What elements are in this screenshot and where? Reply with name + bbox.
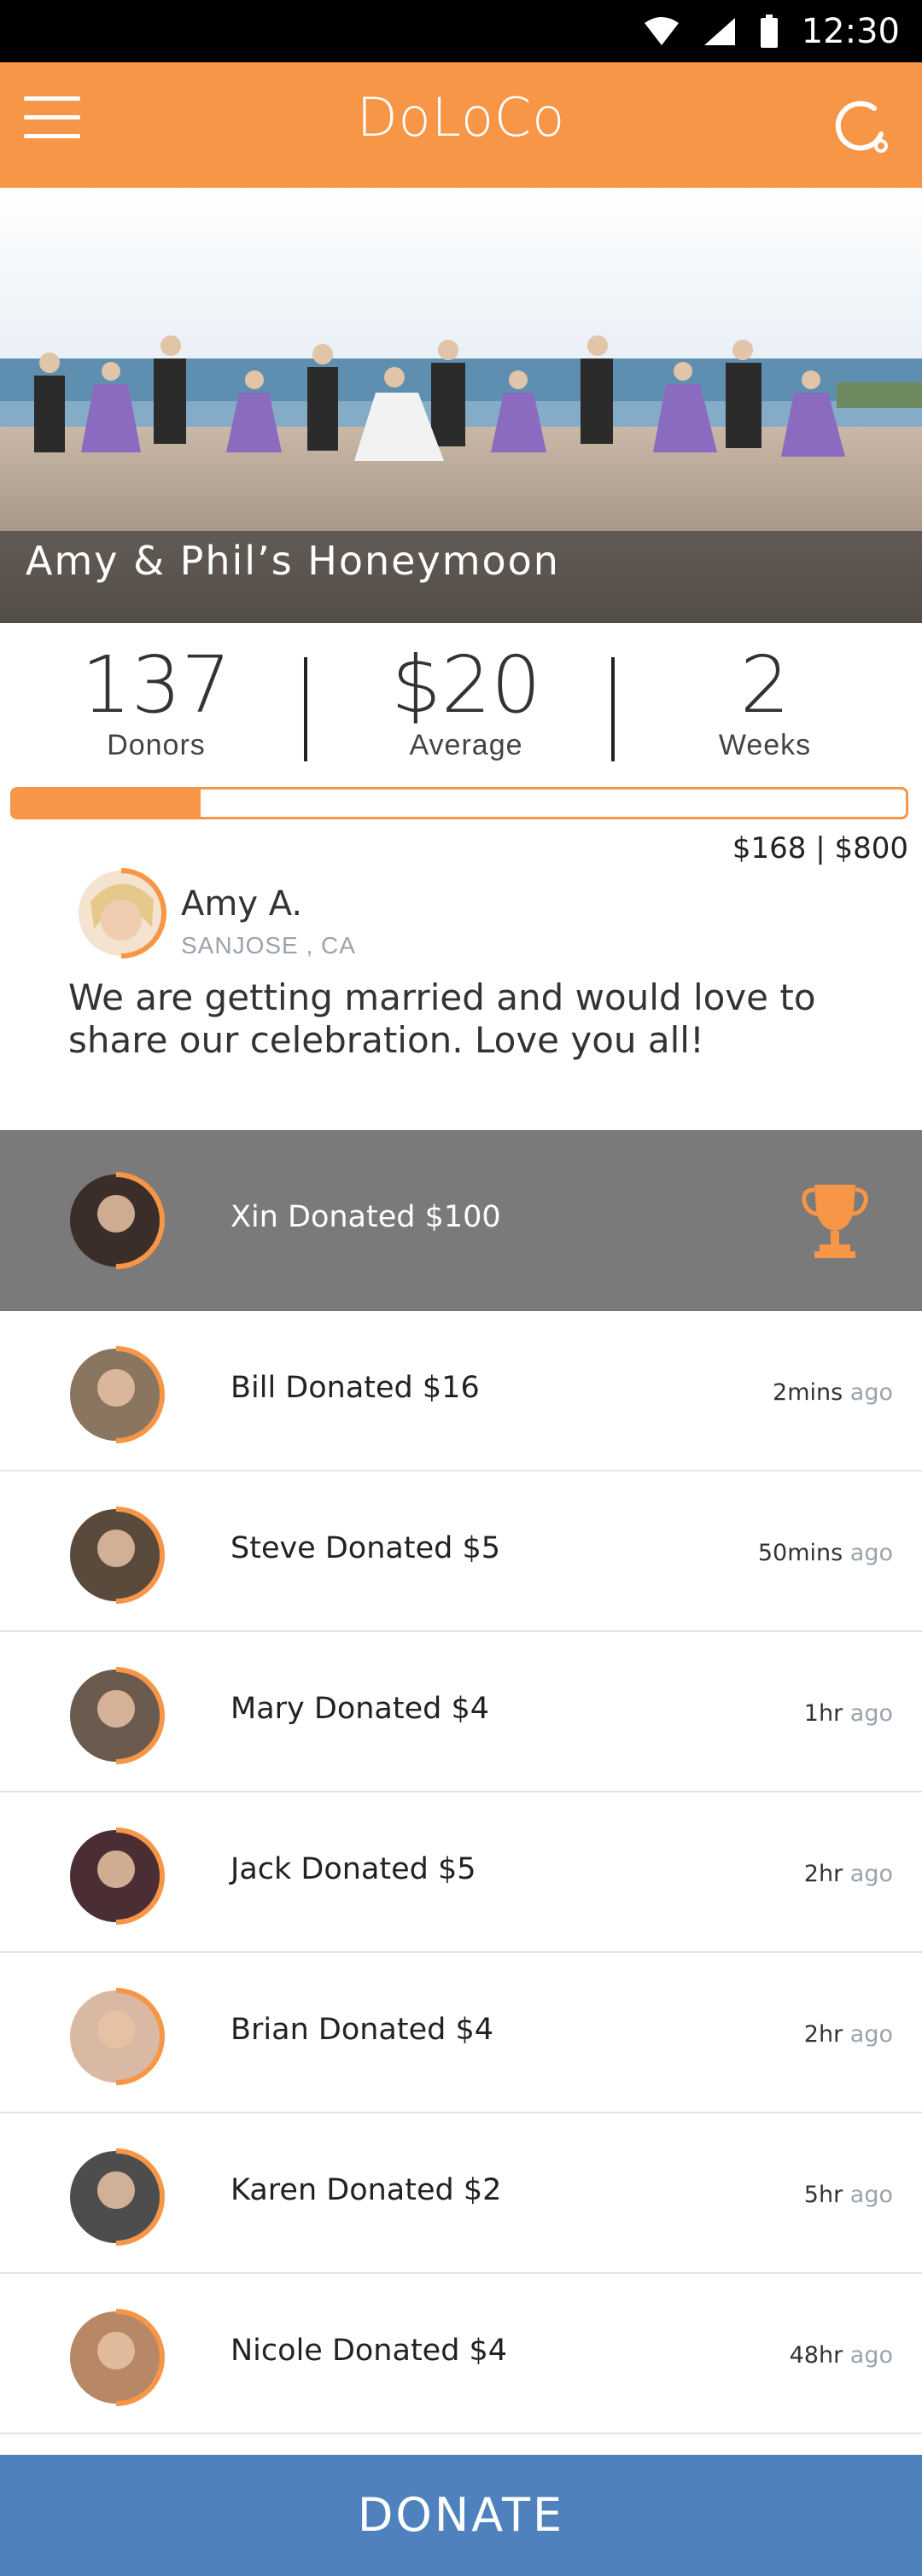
donations-list: Xin Donated $100 Bill Donated $16 2mins ag…	[0, 1130, 922, 2434]
app-title: DoLoCo	[356, 86, 566, 149]
stat-weeks-value: 2	[739, 639, 791, 731]
donation-time-suffix: ago	[849, 2182, 893, 2208]
stat-average-label: Average	[409, 729, 523, 761]
stat-donors-value: 137	[81, 639, 231, 731]
campaign-message: We are getting married and would love to…	[68, 976, 816, 1061]
donation-text: Bill Donated $16	[230, 1371, 480, 1405]
status-icons: 12:30	[643, 10, 900, 53]
donation-timestamp: 48hr ago	[790, 2342, 893, 2369]
donation-row[interactable]: Jack Donated $5 2hr ago	[0, 1792, 922, 1953]
donation-text: Steve Donated $5	[230, 1531, 500, 1565]
battery-icon	[760, 15, 778, 48]
donation-text: Brian Donated $4	[230, 2013, 494, 2047]
donation-text: Jack Donated $5	[230, 1852, 476, 1886]
donation-time-suffix: ago	[849, 2021, 893, 2048]
donation-time-suffix: ago	[849, 1861, 893, 1887]
donation-time-value: 2mins	[773, 1379, 843, 1406]
donation-row[interactable]: Karen Donated $2 5hr ago	[0, 2113, 922, 2274]
donation-timestamp: 1hr ago	[804, 1700, 893, 1727]
stat-divider	[611, 657, 615, 761]
funding-progress-bar	[10, 787, 908, 819]
donor-avatar[interactable]	[67, 1506, 166, 1605]
donation-row[interactable]: Brian Donated $4 2hr ago	[0, 1953, 922, 2113]
stat-average-value: $20	[391, 639, 541, 731]
stat-average: $20 Average	[325, 638, 607, 762]
donation-timestamp: 50mins ago	[758, 1540, 893, 1566]
funding-progress-fill	[13, 790, 201, 817]
stat-divider	[304, 657, 307, 761]
donation-text: Mary Donated $4	[230, 1692, 490, 1726]
donation-time-suffix: ago	[849, 1379, 893, 1406]
donation-timestamp: 5hr ago	[804, 2182, 893, 2208]
donor-avatar[interactable]	[67, 2308, 166, 2407]
status-bar: 12:30	[0, 0, 922, 62]
funding-progress-text: $168 | $800	[732, 831, 908, 865]
donor-avatar[interactable]	[67, 1987, 166, 2086]
signal-icon	[703, 18, 735, 45]
donation-row[interactable]: Steve Donated $5 50mins ago	[0, 1472, 922, 1632]
donor-avatar[interactable]	[67, 1171, 166, 1270]
donation-time-value: 1hr	[803, 1700, 843, 1727]
donation-time-value: 2hr	[803, 1861, 843, 1887]
status-time: 12:30	[801, 12, 900, 51]
donation-text: Nicole Donated $4	[230, 2334, 508, 2368]
wifi-icon	[644, 17, 679, 45]
donor-avatar[interactable]	[67, 1666, 166, 1765]
app-bar: DoLoCo	[0, 62, 922, 188]
donation-time-value: 5hr	[803, 2182, 843, 2208]
donation-timestamp: 2hr ago	[804, 2021, 893, 2048]
refresh-icon[interactable]	[830, 96, 890, 156]
organizer-location: SANJOSE , CA	[181, 932, 356, 959]
donation-row[interactable]: Mary Donated $4 1hr ago	[0, 1632, 922, 1792]
donation-time-suffix: ago	[849, 2342, 893, 2369]
donation-time-value: 48hr	[789, 2342, 843, 2369]
stat-donors-label: Donors	[107, 729, 206, 761]
donation-time-value: 50mins	[757, 1540, 843, 1566]
top-donation-row[interactable]: Xin Donated $100	[0, 1130, 922, 1311]
donor-avatar[interactable]	[67, 2148, 166, 2247]
donation-row[interactable]: Nicole Donated $4 48hr ago	[0, 2274, 922, 2434]
donor-avatar[interactable]	[67, 1827, 166, 1926]
donation-time-suffix: ago	[849, 1700, 893, 1727]
organizer-name[interactable]: Amy A.	[181, 884, 302, 924]
campaign-title: Amy & Phil’s Honeymoon	[26, 538, 560, 584]
donation-text: Karen Donated $2	[230, 2173, 502, 2207]
stat-weeks-label: Weeks	[718, 729, 812, 761]
stat-donors: 137 Donors	[15, 638, 297, 762]
donation-time-value: 2hr	[803, 2021, 843, 2048]
donation-row[interactable]: Bill Donated $16 2mins ago	[0, 1311, 922, 1472]
donation-text: Xin Donated $100	[230, 1200, 501, 1234]
organizer-avatar[interactable]	[75, 867, 167, 959]
donation-time-suffix: ago	[849, 1540, 893, 1566]
donor-avatar[interactable]	[67, 1345, 166, 1444]
donation-timestamp: 2hr ago	[804, 1861, 893, 1887]
stat-weeks: 2 Weeks	[624, 638, 906, 762]
donation-timestamp: 2mins ago	[773, 1379, 893, 1406]
campaign-hero-image: Amy & Phil’s Honeymoon	[0, 188, 922, 623]
donate-button[interactable]: DONATE	[0, 2455, 922, 2576]
trophy-icon	[802, 1185, 868, 1258]
